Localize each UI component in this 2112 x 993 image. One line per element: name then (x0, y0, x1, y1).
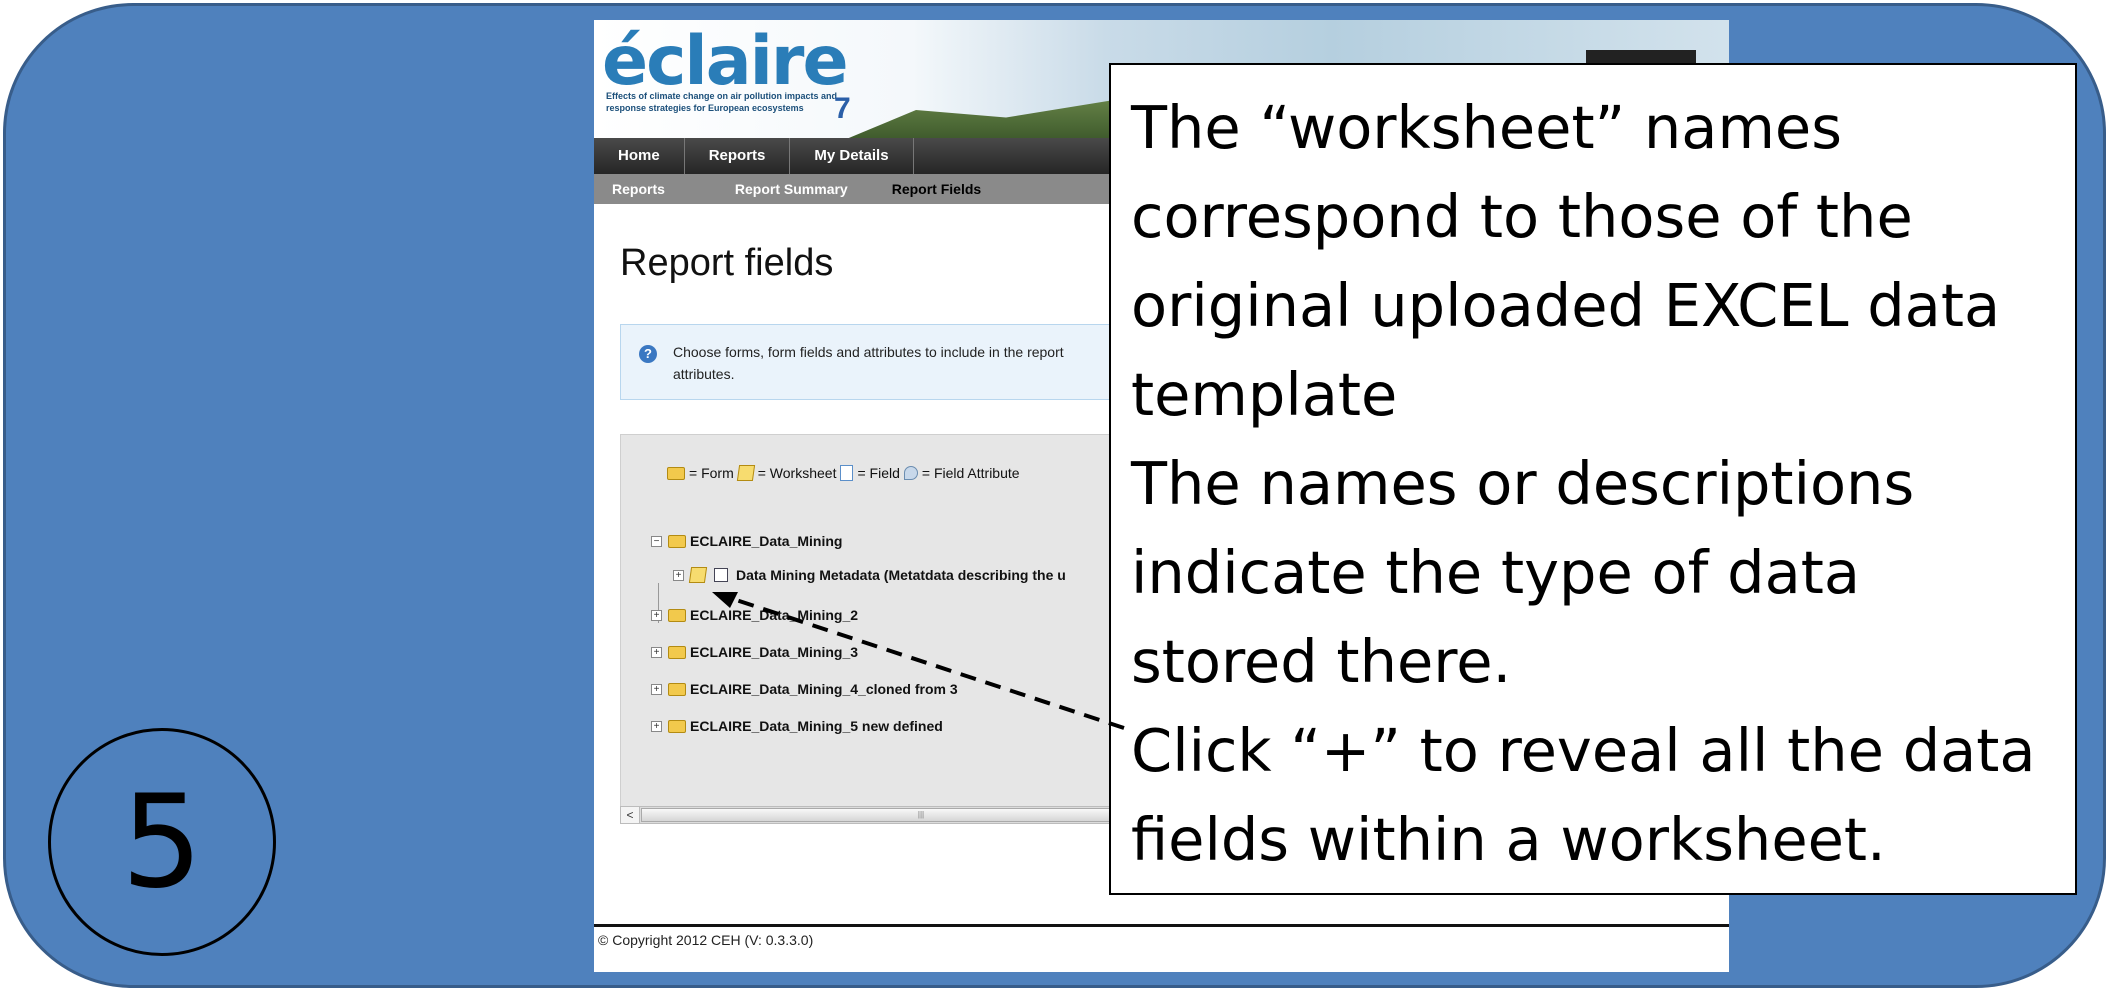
callout-line: stored there. (1131, 627, 1512, 696)
expand-icon[interactable]: + (651, 720, 662, 732)
legend-worksheet: = Worksheet (757, 465, 837, 481)
subnav-report-fields[interactable]: Report Fields (866, 174, 999, 204)
nav-reports[interactable]: Reports (685, 138, 791, 174)
folder-icon (668, 719, 686, 733)
callout-line: The “worksheet” names (1131, 93, 1842, 162)
tree-item-form[interactable]: + ECLAIRE_Data_Mining_3 (651, 644, 858, 660)
expand-icon[interactable]: + (651, 683, 662, 695)
step-number-badge: 5 (48, 728, 276, 956)
scroll-left-arrow-icon[interactable]: < (621, 807, 640, 823)
step-number: 5 (121, 767, 203, 917)
callout-line: correspond to those of the (1131, 182, 1913, 251)
tree-item-label: ECLAIRE_Data_Mining_4_cloned from 3 (690, 681, 958, 697)
tree-item-form[interactable]: + ECLAIRE_Data_Mining_2 (651, 607, 858, 623)
callout-line: Click “+” to reveal all the data (1131, 716, 2036, 785)
callout-line: original uploaded EXCEL data (1131, 271, 2001, 340)
eclaire-logo[interactable]: éclaire (602, 24, 849, 100)
worksheet-icon (736, 465, 755, 481)
collapse-icon[interactable]: − (651, 535, 662, 547)
footer-divider (594, 924, 1729, 927)
callout-line: indicate the type of data (1131, 538, 1861, 607)
callout-line: The names or descriptions (1131, 449, 1915, 518)
instruction-callout: The “worksheet” names correspond to thos… (1109, 63, 2077, 895)
tree-item-label: ECLAIRE_Data_Mining_5 new defined (690, 718, 943, 734)
folder-icon (668, 645, 686, 659)
field-attribute-icon (903, 466, 918, 480)
tree-item-label: ECLAIRE_Data_Mining (690, 533, 843, 549)
tree-item-form[interactable]: − ECLAIRE_Data_Mining (651, 533, 842, 549)
nav-home[interactable]: Home (594, 138, 685, 174)
folder-icon (667, 466, 685, 480)
tree-legend: = Form = Worksheet = Field = Field Attri… (667, 465, 1024, 481)
folder-icon (668, 682, 686, 696)
legend-field-attribute: = Field Attribute (921, 465, 1020, 481)
tree-item-label: ECLAIRE_Data_Mining_2 (690, 607, 859, 623)
expand-icon[interactable]: + (651, 646, 662, 658)
worksheet-icon (688, 567, 708, 583)
tree-item-label: ECLAIRE_Data_Mining_3 (690, 644, 859, 660)
subnav-report-summary[interactable]: Report Summary (683, 174, 866, 204)
callout-line: template (1131, 360, 1398, 429)
legend-form: = Form (689, 465, 734, 481)
fp7-logo-icon: 7 (834, 92, 851, 125)
footer-copyright: © Copyright 2012 CEH (V: 0.3.3.0) (598, 932, 814, 948)
page-title: Report fields (620, 242, 834, 284)
folder-icon (668, 608, 686, 622)
tree-item-form[interactable]: + ECLAIRE_Data_Mining_5 new defined (651, 718, 943, 734)
field-icon (840, 465, 854, 481)
tree-item-worksheet[interactable]: + Data Mining Metadata (Metatdata descri… (673, 567, 1066, 583)
logo-tagline: Effects of climate change on air polluti… (606, 91, 838, 113)
info-text-line1: Choose forms, form fields and attributes… (673, 344, 1064, 360)
legend-field: = Field (857, 465, 900, 481)
worksheet-checkbox[interactable] (714, 568, 728, 582)
expand-icon[interactable]: + (651, 609, 662, 621)
info-text-line2: attributes. (673, 366, 735, 382)
folder-icon (668, 534, 686, 548)
subnav-reports[interactable]: Reports (594, 174, 683, 204)
expand-icon[interactable]: + (673, 569, 684, 581)
info-icon: ? (639, 345, 657, 363)
tree-item-form[interactable]: + ECLAIRE_Data_Mining_4_cloned from 3 (651, 681, 958, 697)
tree-item-label: Data Mining Metadata (Metatdata describi… (736, 567, 1066, 583)
nav-my-details[interactable]: My Details (790, 138, 914, 174)
callout-line: fields within a worksheet. (1131, 805, 1886, 874)
